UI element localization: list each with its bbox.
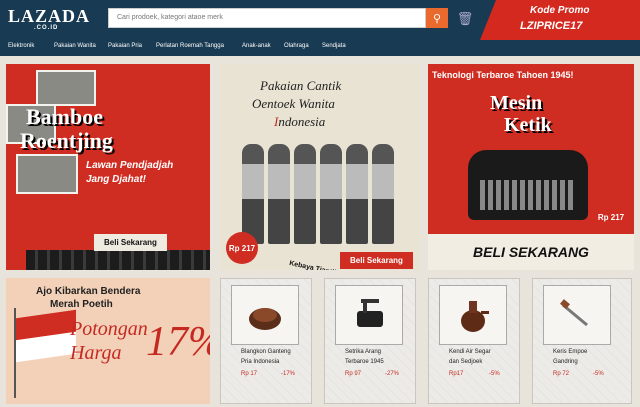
nav-item-sendjata[interactable]: Sendjata	[322, 43, 346, 49]
product-name: Pria Indonesia	[241, 359, 280, 365]
nav-item-pakaian-wanita[interactable]: Pakaian Wanita	[54, 43, 96, 49]
typewriter-keys	[480, 180, 576, 210]
product-price: Rp17	[449, 371, 464, 377]
nav-item-olahraga[interactable]: Olahraga	[284, 43, 309, 49]
product-discount: -27%	[385, 371, 400, 377]
nav-item-anak-anak[interactable]: Anak-anak	[242, 43, 271, 49]
banner-discount-flag[interactable]: Ajo Kibarkan Bendera Merah Poetih Potong…	[6, 278, 210, 404]
logo-text: LAZADA	[8, 6, 91, 26]
product-discount: -5%	[593, 371, 604, 377]
banner-subtitle: Lawan Pendjadjah	[86, 160, 174, 171]
product-price: Rp 97	[345, 371, 362, 377]
logo-domain: .CO.ID	[34, 25, 59, 31]
buy-now-button[interactable]: Beli Sekarang	[94, 234, 167, 251]
price-badge: Rp 217	[226, 232, 258, 264]
product-card[interactable]: Keris Empoe Gandring Rp 72 -5%	[532, 278, 632, 404]
nav-item-pakaian-pria[interactable]: Pakaian Pria	[108, 43, 142, 49]
banner-kebaya[interactable]: Pakaian Cantik Oentoek Wanita Indonesia …	[220, 64, 420, 270]
bamboo-fence-image	[26, 250, 210, 270]
banner-bamboe-roentjing[interactable]: Bamboe Roentjing Lawan Pendjadjah Jang D…	[6, 64, 210, 270]
banner-heading: Ajo Kibarkan Bendera	[36, 286, 141, 297]
keris-dagger-icon	[560, 299, 588, 327]
banner-mesin-ketik[interactable]: Teknologi Terbaroe Tahoen 1945! Mesin Ke…	[428, 64, 634, 270]
lazada-logo[interactable]: LAZADA .CO.ID	[8, 6, 91, 34]
banner-heading: Teknologi Terbaroe Tahoen 1945!	[432, 70, 574, 80]
product-name: Keris Empoe	[553, 349, 588, 355]
nav-item-peralatan-rumah[interactable]: Perlatan Roemah Tangga	[156, 43, 224, 49]
banner-subtitle: Jang Djahat!	[86, 174, 147, 185]
vintage-photo	[16, 154, 78, 194]
woman-figure	[242, 144, 264, 244]
product-name: Kendi Air Segar	[449, 349, 491, 355]
banner-title: Roentjing	[20, 128, 113, 153]
price-badge: Rp 217	[594, 200, 628, 234]
blangkon-hat-icon	[249, 308, 281, 330]
woman-figure	[346, 144, 368, 244]
product-name: Gandring	[553, 359, 578, 365]
banner-title: Bamboe	[26, 104, 103, 129]
product-name: Terbaroe 1945	[345, 359, 384, 365]
banner-heading: Merah Poetih	[50, 299, 113, 310]
product-name: Blangkon Ganteng	[241, 349, 291, 355]
buy-now-button[interactable]: BELI SEKARANG	[428, 234, 634, 270]
indonesia-flag-icon	[16, 309, 76, 363]
product-card[interactable]: Blangkon Ganteng Pria Indonesia Rp 17 -1…	[220, 278, 312, 404]
discount-percent: 17%	[146, 319, 210, 365]
nav-item-elektronik[interactable]: Elektronik	[8, 43, 34, 49]
product-price: Rp 17	[241, 371, 258, 377]
promo-text: Harga	[70, 342, 122, 364]
typewriter-image	[468, 150, 588, 220]
promo-label: Kode Promo	[530, 5, 590, 16]
search-input[interactable]: Cari prodoek, kategori ataoe merk	[108, 8, 426, 28]
vintage-photo	[36, 70, 96, 106]
category-nav: Elektronik Pakaian Wanita Pakaian Pria P…	[0, 40, 640, 56]
woman-figure	[372, 144, 394, 244]
banner-title: Oentoek Wanita	[252, 96, 335, 111]
promo-code-banner[interactable]: Kode Promo LZIPRICE17	[480, 0, 640, 40]
product-name: dan Sedjoek	[449, 359, 483, 365]
woman-figure	[294, 144, 316, 244]
search-icon: ⚲	[432, 12, 442, 25]
product-discount: -17%	[281, 371, 296, 377]
woman-figure	[268, 144, 290, 244]
banner-title: Mesin	[490, 92, 543, 114]
water-jug-icon	[461, 301, 489, 332]
product-card[interactable]: Setrika Arang Terbaroe 1945 Rp 97 -27%	[324, 278, 416, 404]
banner-title: Pakaian Cantik	[260, 78, 342, 93]
promo-code: LZIPRICE17	[520, 20, 583, 32]
product-discount: -5%	[489, 371, 500, 377]
promo-text: Potongan	[70, 318, 148, 340]
product-card[interactable]: Kendi Air Segar dan Sedjoek Rp17 -5%	[428, 278, 520, 404]
banner-title: Indonesia	[274, 114, 325, 130]
woman-figure	[320, 144, 342, 244]
product-name: Setrika Arang	[345, 349, 382, 355]
banner-title: Ketik	[504, 114, 552, 136]
banner-title-rest: ndonesia	[278, 114, 326, 129]
search-button[interactable]: ⚲	[426, 8, 448, 28]
product-price: Rp 72	[553, 371, 570, 377]
cart-icon[interactable]: 🗑	[456, 10, 474, 28]
buy-now-button[interactable]: Beli Sekarang	[340, 252, 413, 269]
iron-icon	[357, 299, 383, 327]
